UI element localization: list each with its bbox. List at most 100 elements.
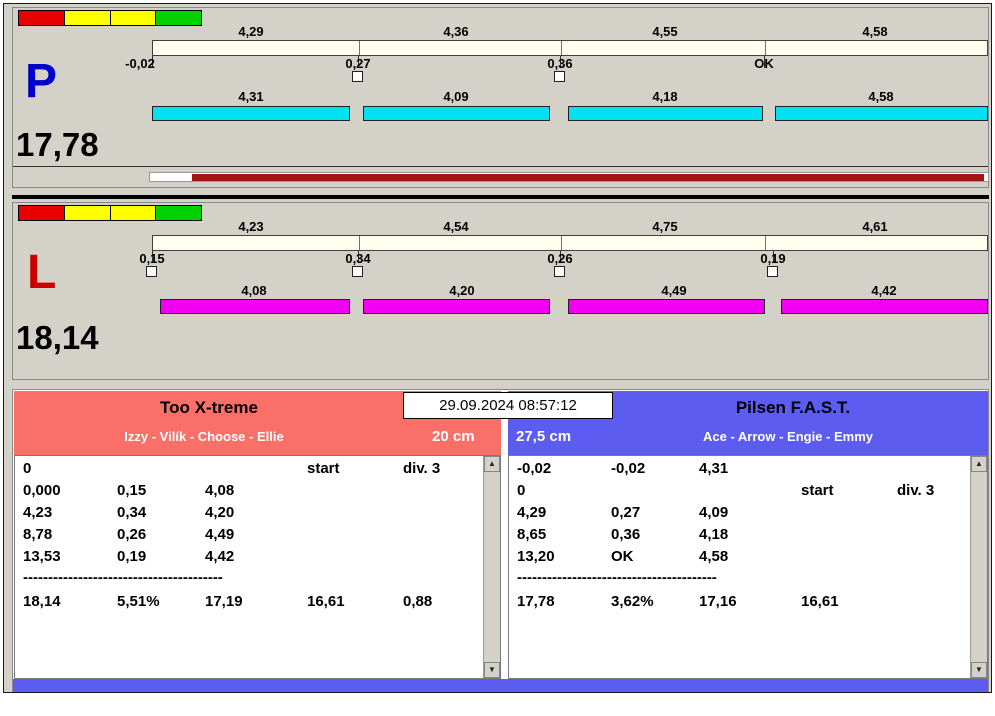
table-row: 0 start div. 3 — [15, 460, 500, 482]
cell: 4,42 — [205, 548, 235, 565]
team-panel-right: Pilsen F.A.S.T. Ace - Arrow - Engie - Em… — [508, 391, 988, 679]
lane-divider — [12, 195, 989, 199]
table-row: 8,78 0,26 4,49 — [15, 526, 500, 548]
cell: 13,20 — [517, 548, 555, 565]
cell: 17,16 — [699, 593, 737, 610]
cell: 0,27 — [611, 504, 641, 521]
split-label: 4,55 — [652, 24, 678, 39]
split-label: 4,29 — [238, 24, 264, 39]
cell: 4,20 — [205, 504, 235, 521]
split-label: 4,20 — [449, 283, 475, 298]
table-row: -0,02 -0,02 4,31 — [509, 460, 987, 482]
table-row: 0 start div. 3 — [509, 482, 987, 504]
split-checkbox[interactable] — [767, 266, 778, 277]
split-label: 4,75 — [652, 219, 678, 234]
lane-total-time: 18,14 — [16, 319, 99, 356]
cell: 0,88 — [403, 593, 433, 610]
cell: 13,53 — [23, 548, 61, 565]
lane-letter-p: P — [25, 55, 58, 108]
split-label: 4,36 — [443, 24, 469, 39]
split-checkbox[interactable] — [352, 71, 363, 82]
cell: 0 — [23, 460, 32, 477]
cell: -0,02 — [611, 460, 646, 477]
reference-bar — [152, 40, 988, 56]
scroll-up-icon[interactable]: ▲ — [484, 456, 500, 472]
lane-bar-segment — [568, 299, 765, 314]
footer-bar — [13, 679, 988, 692]
progress-track — [149, 172, 989, 182]
cell: 3,62% — [611, 593, 654, 610]
cell: 17,78 — [517, 593, 555, 610]
vertical-scrollbar[interactable]: ▲ ▼ — [483, 456, 500, 678]
light-red-icon — [19, 11, 65, 25]
light-green-icon — [156, 206, 201, 220]
cell: 0,15 — [117, 482, 147, 499]
cell: 18,14 — [23, 593, 61, 610]
bar-divider — [359, 41, 360, 55]
bar-divider — [561, 41, 562, 55]
separator-dashes: ---------------------------------------- — [517, 569, 717, 586]
split-label: 4,54 — [443, 219, 469, 234]
scroll-down-icon[interactable]: ▼ — [971, 662, 987, 678]
light-yellow2-icon — [110, 206, 157, 220]
cell: 5,51% — [117, 593, 160, 610]
split-label: 4,58 — [862, 24, 888, 39]
lane-bar-segment — [363, 106, 550, 121]
lane-panel-l: 4,23 4,54 4,75 4,61 0,15 0,34 0,26 0,19 … — [12, 202, 989, 380]
scroll-down-icon[interactable]: ▼ — [484, 662, 500, 678]
scroll-up-icon[interactable]: ▲ — [971, 456, 987, 472]
split-checkbox[interactable] — [554, 266, 565, 277]
cell: 4,18 — [699, 526, 729, 543]
cell: start — [801, 482, 834, 499]
cell: 4,08 — [205, 482, 235, 499]
cell: 0,36 — [611, 526, 641, 543]
lane-bar-segment — [152, 106, 350, 121]
table-row: 4,29 0,27 4,09 — [509, 504, 987, 526]
team-lineup: Izzy - Vilík - Choose - Ellie — [124, 429, 284, 444]
cell: 0 — [517, 482, 526, 499]
cell: 16,61 — [307, 593, 345, 610]
bar-divider — [561, 236, 562, 250]
separator-line — [13, 166, 988, 167]
delta-label: 0,34 — [345, 251, 371, 266]
jump-height-label: 27,5 cm — [516, 428, 572, 445]
cell: -0,02 — [517, 460, 552, 477]
delta-label: 0,27 — [345, 56, 371, 71]
cell: 8,65 — [517, 526, 547, 543]
light-yellow1-icon — [64, 206, 111, 220]
cell: div. 3 — [403, 460, 441, 477]
race-timestamp: 29.09.2024 08:57:12 — [403, 392, 613, 419]
cell: 16,61 — [801, 593, 839, 610]
team-results: 0 start div. 3 0,000 0,15 4,08 4,23 0,34 — [14, 455, 501, 679]
lane-bar-segment — [568, 106, 763, 121]
lane-total-time: 17,78 — [16, 126, 99, 163]
table-total-row: 18,14 5,51% 17,19 16,61 0,88 — [15, 593, 500, 615]
split-checkbox[interactable] — [146, 266, 157, 277]
split-checkbox[interactable] — [554, 71, 565, 82]
team-results: -0,02 -0,02 4,31 0 start div. 3 4,29 0,2… — [508, 455, 988, 679]
split-label: 4,09 — [443, 89, 469, 104]
split-checkbox[interactable] — [352, 266, 363, 277]
lane-letter-l: L — [27, 246, 57, 299]
start-lights-l — [18, 205, 202, 221]
table-total-row: 17,78 3,62% 17,16 16,61 — [509, 593, 987, 615]
lane-bar-segment — [775, 106, 988, 121]
cell: 4,58 — [699, 548, 729, 565]
cell: 4,23 — [23, 504, 53, 521]
light-yellow1-icon — [64, 11, 111, 25]
vertical-scrollbar[interactable]: ▲ ▼ — [970, 456, 987, 678]
split-label: 4,08 — [241, 283, 267, 298]
cell: div. 3 — [897, 482, 935, 499]
progress-fill — [192, 174, 984, 181]
bar-divider — [359, 236, 360, 250]
split-label: 4,23 — [238, 219, 264, 234]
results-section: 29.09.2024 08:57:12 Too X-treme Izzy - V… — [12, 389, 989, 692]
split-label: 4,18 — [652, 89, 678, 104]
jump-height-label: 20 cm — [432, 428, 475, 445]
cell: 4,29 — [517, 504, 547, 521]
cell: 0,26 — [117, 526, 147, 543]
lane-bar-segment — [160, 299, 350, 314]
split-label: 4,49 — [661, 283, 687, 298]
delta-label: 0,36 — [547, 56, 573, 71]
bar-divider — [765, 41, 766, 55]
